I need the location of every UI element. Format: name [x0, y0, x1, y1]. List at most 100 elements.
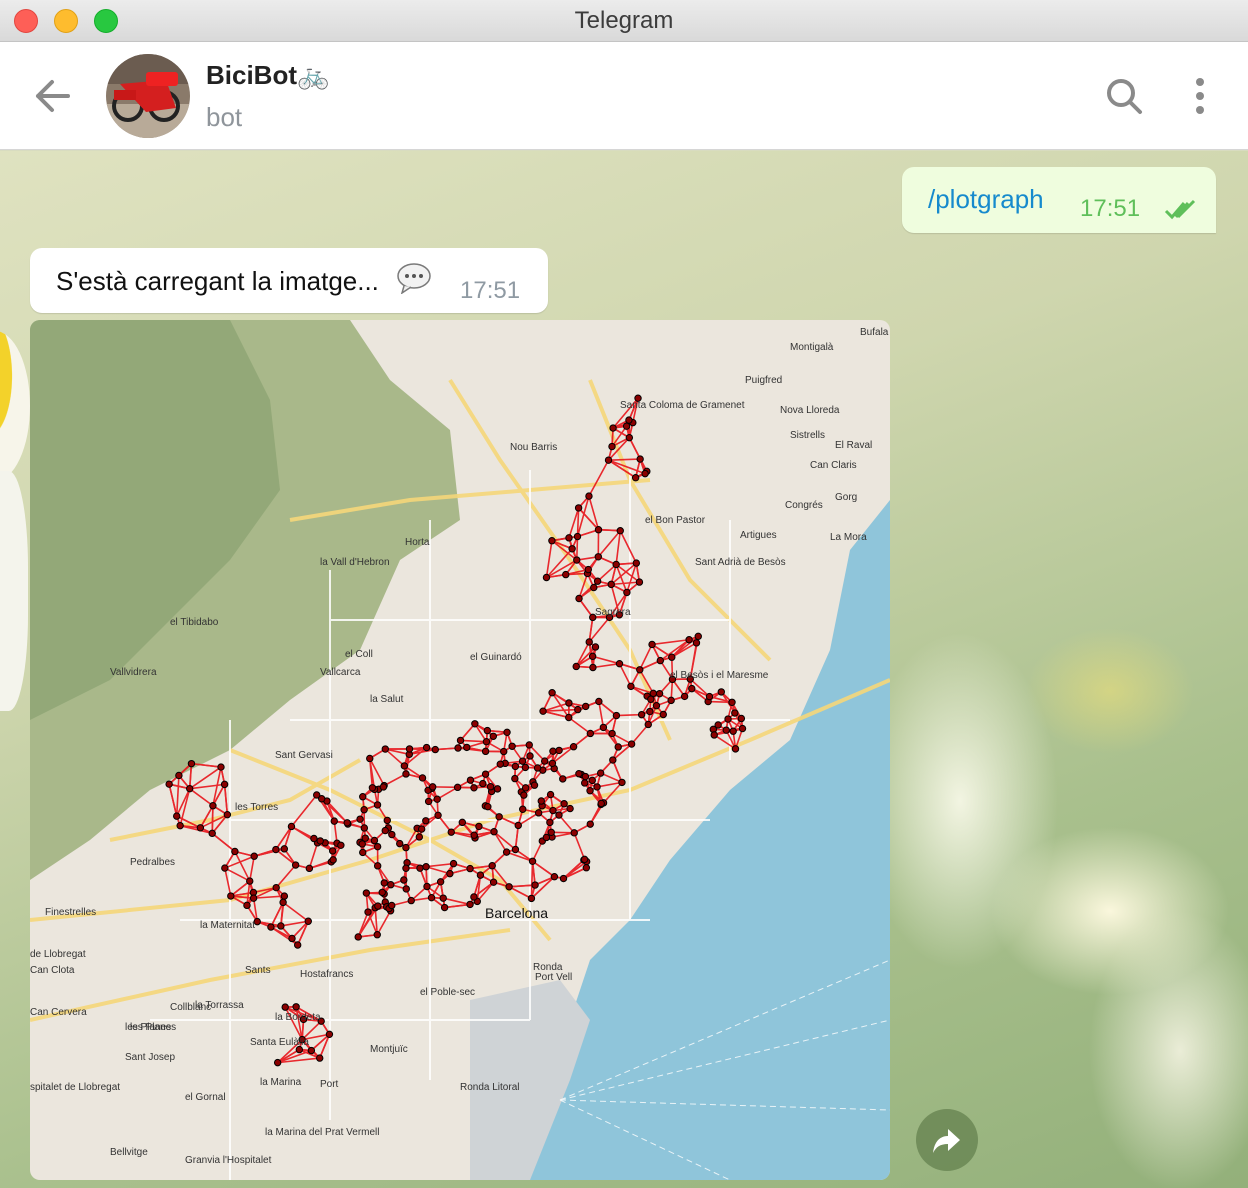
station-node	[463, 743, 471, 752]
station-node	[373, 842, 382, 851]
message-time: 17:51	[460, 277, 521, 304]
station-node	[484, 803, 492, 811]
station-node	[422, 743, 431, 752]
station-node	[373, 801, 382, 809]
station-node	[217, 763, 225, 771]
station-node	[223, 810, 232, 819]
map-label: Finestrelles	[45, 907, 96, 918]
station-node	[608, 442, 616, 451]
station-node	[447, 828, 455, 836]
station-node	[542, 833, 551, 842]
station-node	[559, 874, 568, 883]
station-node	[541, 757, 549, 765]
station-node	[694, 632, 702, 641]
station-node	[586, 787, 594, 795]
speech-balloon-icon	[396, 262, 432, 295]
station-node	[731, 709, 739, 717]
chat-area[interactable]: /plotgraph 17:51 S'està carregant la ima…	[0, 151, 1248, 1188]
station-node	[495, 813, 503, 821]
station-node	[479, 779, 487, 788]
station-node	[359, 793, 367, 801]
map-label: la Maternitat	[200, 920, 255, 931]
station-node	[305, 864, 314, 873]
station-node	[562, 570, 570, 579]
station-node	[388, 901, 396, 910]
station-node	[566, 804, 574, 813]
map-label: la Marina del Prat Vermell	[265, 1127, 380, 1138]
station-node	[520, 791, 528, 799]
map-label: Granvia l'Hospitalet	[185, 1155, 272, 1166]
outgoing-message[interactable]: /plotgraph 17:51	[902, 167, 1216, 233]
station-node	[612, 711, 621, 720]
map-label: Puigfred	[745, 375, 782, 386]
window-title: Telegram	[574, 7, 674, 34]
station-node	[440, 903, 449, 912]
station-node	[714, 721, 722, 729]
station-node	[396, 839, 404, 848]
station-node	[400, 762, 409, 770]
station-node	[370, 836, 379, 845]
station-node	[622, 422, 631, 430]
station-node	[635, 578, 644, 586]
station-node	[596, 769, 605, 777]
station-node	[379, 783, 388, 791]
graph-edge	[211, 805, 214, 834]
station-node	[609, 424, 617, 432]
station-node	[569, 743, 578, 751]
station-node	[533, 764, 542, 772]
station-node	[272, 845, 280, 854]
map-label: de Llobregat	[30, 949, 86, 960]
avatar[interactable]	[106, 54, 190, 138]
station-node	[378, 888, 386, 897]
station-node	[575, 594, 583, 603]
station-node	[313, 791, 321, 799]
station-node	[488, 862, 496, 870]
station-node	[493, 785, 502, 793]
chat-title[interactable]: BiciBot🚲	[206, 60, 329, 91]
station-node	[273, 1058, 282, 1067]
map-label: el Poble-sec	[420, 987, 475, 998]
station-node	[449, 859, 458, 868]
map-label: el Tibidabo	[170, 617, 219, 628]
arrow-left-icon[interactable]	[30, 76, 74, 116]
station-node	[337, 841, 345, 849]
station-node	[471, 720, 479, 728]
station-node	[330, 817, 338, 825]
station-node	[227, 892, 235, 900]
incoming-message[interactable]: S'està carregant la imatge... 17:51	[30, 248, 548, 313]
station-node	[466, 864, 474, 873]
station-node	[555, 811, 563, 819]
station-node	[436, 878, 445, 886]
station-node	[364, 908, 372, 916]
station-node	[373, 931, 381, 939]
station-node	[644, 720, 652, 729]
map-label: Can Clota	[30, 965, 75, 976]
map-label: el Coll	[345, 649, 373, 660]
graph-edge	[608, 458, 641, 461]
station-node	[659, 710, 667, 719]
station-node	[280, 845, 289, 853]
station-node	[434, 811, 442, 820]
station-node	[466, 776, 475, 784]
station-node	[594, 553, 602, 561]
station-node	[458, 818, 467, 827]
station-node	[220, 780, 229, 789]
station-node	[402, 770, 410, 778]
forward-icon[interactable]	[916, 1109, 978, 1171]
map-label: Can Cervera	[30, 1007, 87, 1018]
station-node	[489, 732, 498, 740]
station-node	[647, 695, 655, 703]
map-label: Congrés	[785, 500, 823, 511]
station-node	[632, 559, 641, 567]
station-node	[418, 774, 427, 782]
station-node	[325, 1030, 334, 1039]
station-node	[388, 830, 396, 839]
more-vertical-icon[interactable]	[1186, 76, 1214, 116]
station-node	[565, 713, 573, 722]
station-node	[267, 923, 275, 931]
command-link[interactable]: /plotgraph	[928, 184, 1044, 215]
station-node	[668, 653, 676, 661]
search-icon[interactable]	[1104, 76, 1144, 116]
station-node	[511, 774, 519, 783]
graph-map-image[interactable]: Santa Coloma de Gramenet Barcelona Sant Ad…	[30, 320, 890, 1180]
